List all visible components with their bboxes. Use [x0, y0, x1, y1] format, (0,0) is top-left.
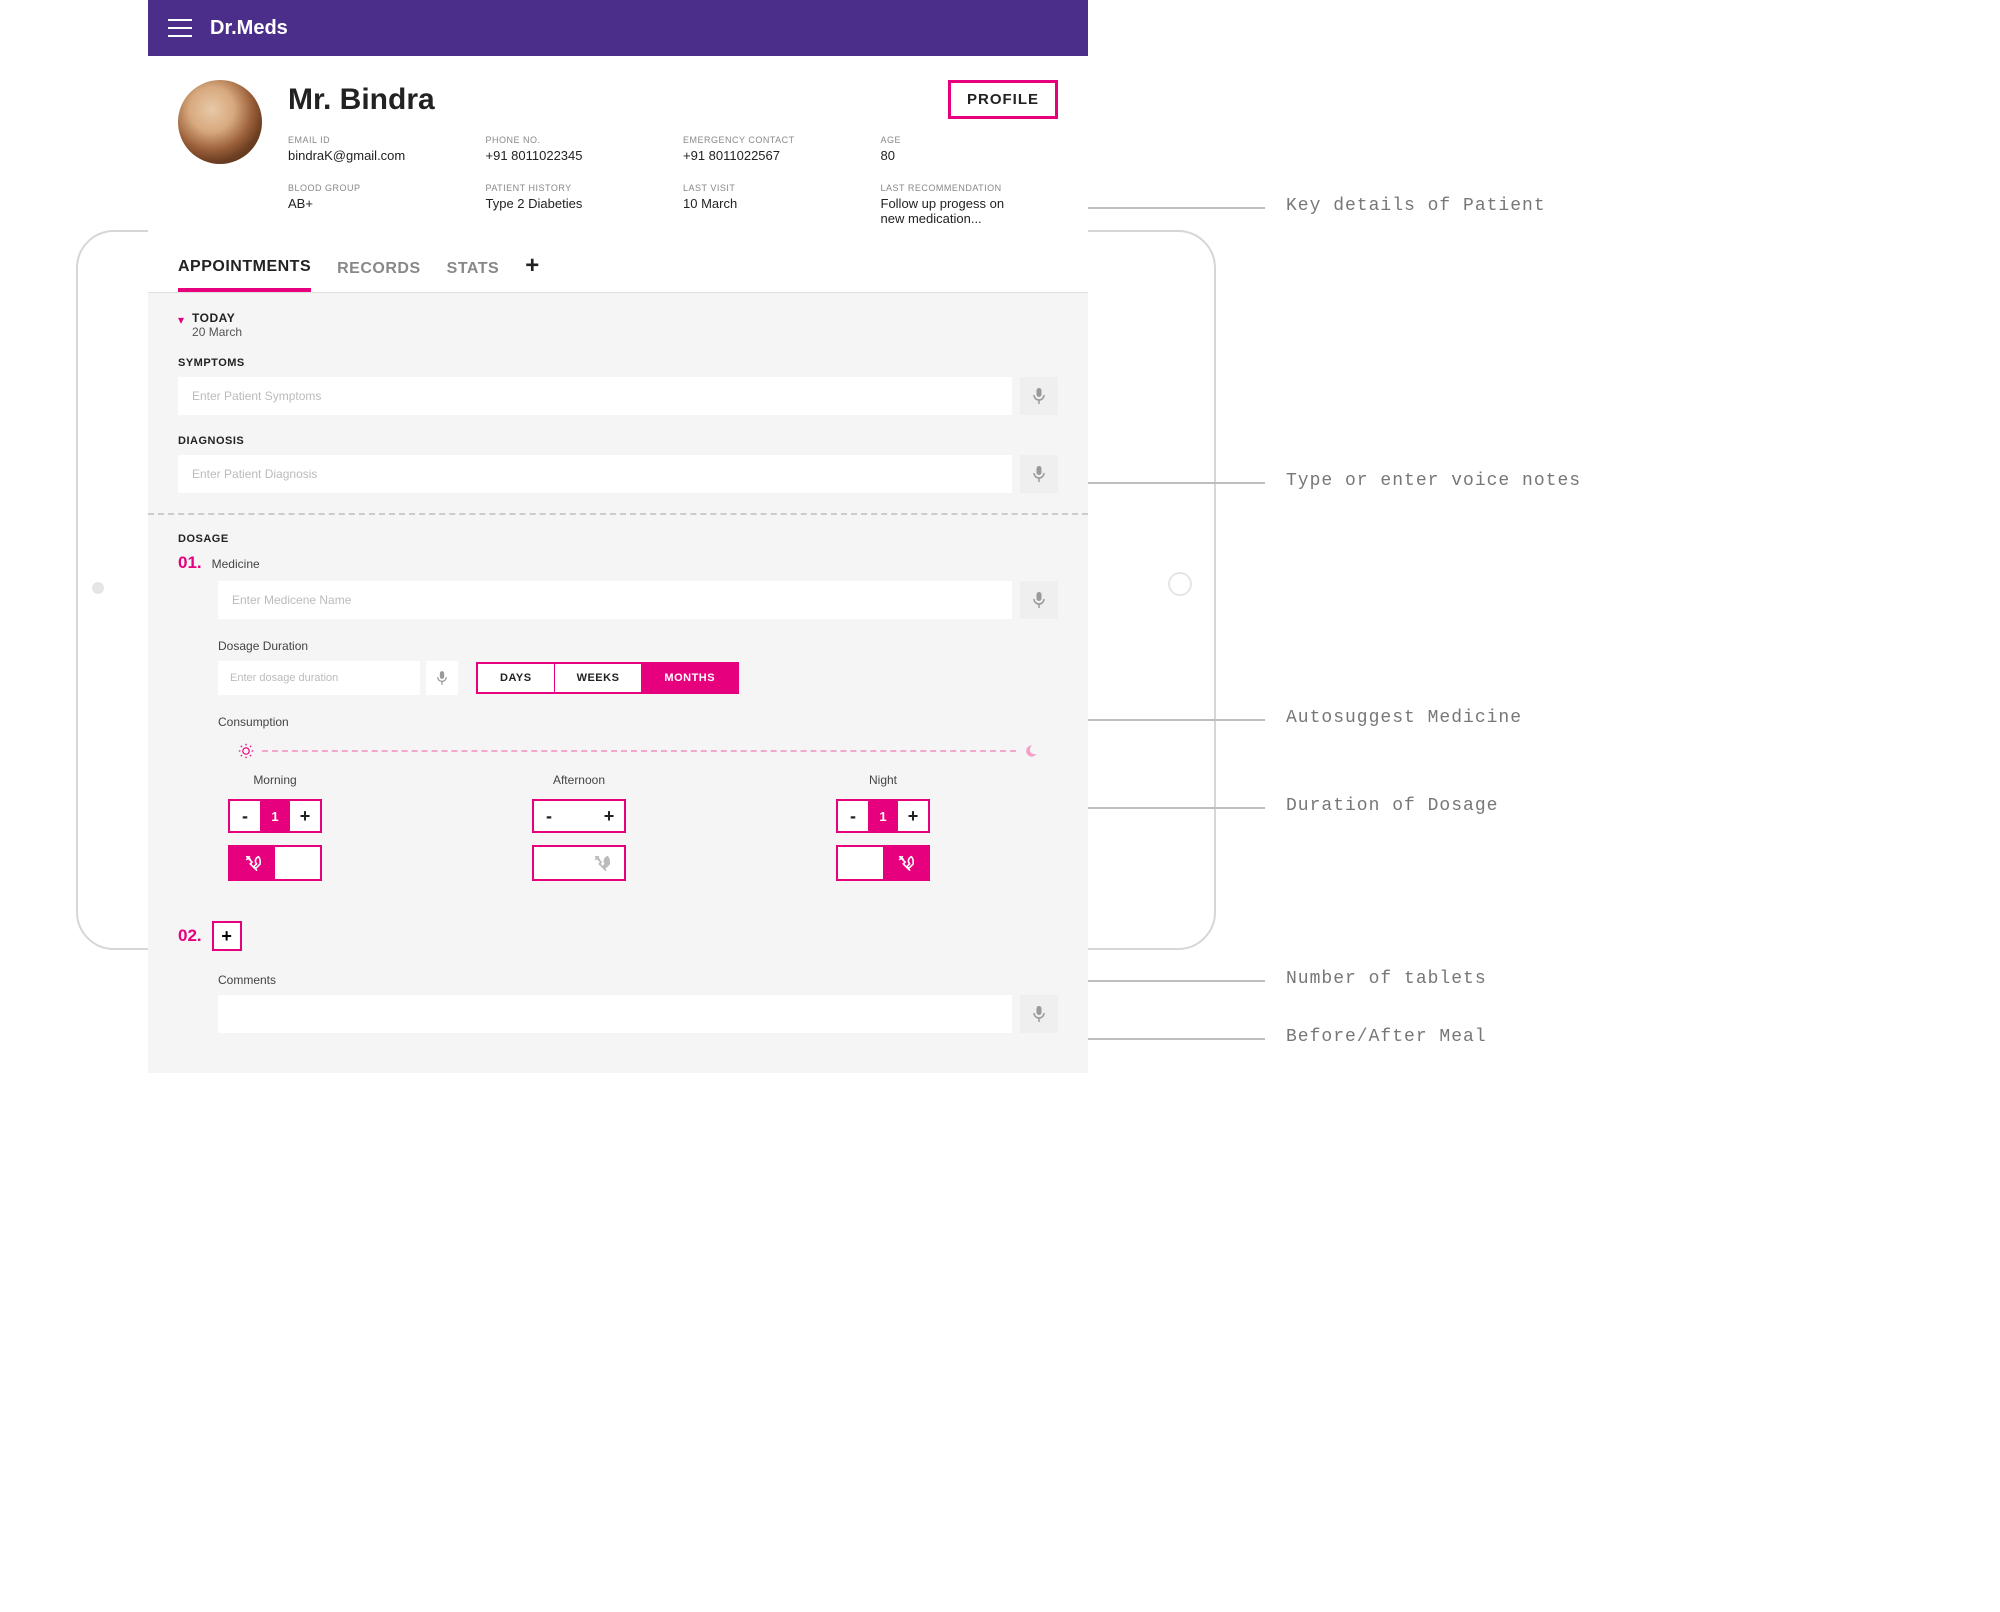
- detail-history: PATIENT HISTORYType 2 Diabeties: [486, 183, 664, 226]
- annotation-duration: Duration of Dosage: [1286, 796, 1498, 816]
- morning-stepper: - 1 +: [228, 799, 322, 833]
- night-decrement-button[interactable]: -: [838, 801, 868, 831]
- hamburger-menu-icon[interactable]: [168, 19, 192, 37]
- utensils-icon: [897, 854, 915, 872]
- consumption-night: Night - 1 +: [836, 773, 930, 881]
- medicine-label: Medicine: [212, 557, 260, 571]
- annotation-autosuggest: Autosuggest Medicine: [1286, 708, 1522, 728]
- device-camera-icon: [92, 582, 104, 594]
- consumption-timeline: [218, 743, 1058, 773]
- annotation-tablets: Number of tablets: [1286, 969, 1487, 989]
- utensils-icon: [244, 854, 262, 872]
- today-label: TODAY: [192, 311, 242, 325]
- diagnosis-input[interactable]: [178, 455, 1012, 493]
- symptoms-label: SYMPTOMS: [178, 357, 1058, 369]
- duration-months-button[interactable]: MONTHS: [642, 664, 737, 692]
- comments-label: Comments: [218, 973, 1058, 987]
- device-home-button: [1168, 572, 1192, 596]
- night-count: 1: [868, 801, 898, 831]
- today-row[interactable]: ▾ TODAY 20 March: [178, 311, 1058, 339]
- symptoms-input[interactable]: [178, 377, 1012, 415]
- detail-emergency: EMERGENCY CONTACT+91 8011022567: [683, 135, 861, 163]
- comments-input[interactable]: [218, 995, 1012, 1033]
- detail-last-visit: LAST VISIT10 March: [683, 183, 861, 226]
- night-before-meal[interactable]: [838, 847, 883, 879]
- dosage-number: 01.: [178, 553, 202, 573]
- microphone-icon: [1032, 591, 1046, 609]
- duration-mic-button[interactable]: [426, 661, 458, 695]
- tab-add-button[interactable]: +: [525, 252, 539, 284]
- duration-days-button[interactable]: DAYS: [478, 664, 555, 692]
- utensils-icon: [593, 854, 611, 872]
- afternoon-stepper: - +: [532, 799, 626, 833]
- consumption-morning: Morning - 1 +: [228, 773, 322, 881]
- diagnosis-mic-button[interactable]: [1020, 455, 1058, 493]
- morning-count: 1: [260, 801, 290, 831]
- patient-avatar[interactable]: [178, 80, 262, 164]
- app-title: Dr.Meds: [210, 17, 288, 40]
- afternoon-after-meal[interactable]: [579, 847, 624, 879]
- night-stepper: - 1 +: [836, 799, 930, 833]
- today-date: 20 March: [192, 325, 242, 339]
- detail-age: AGE80: [881, 135, 1059, 163]
- morning-before-meal[interactable]: [230, 847, 275, 879]
- dosage-label: DOSAGE: [178, 533, 1058, 545]
- tabs: APPOINTMENTS RECORDS STATS +: [148, 244, 1088, 293]
- medicine-mic-button[interactable]: [1020, 581, 1058, 619]
- consumption-columns: Morning - 1 +: [218, 773, 1058, 881]
- duration-segmented-control: DAYS WEEKS MONTHS: [476, 662, 739, 694]
- topbar: Dr.Meds: [148, 0, 1088, 56]
- consumption-afternoon: Afternoon - +: [532, 773, 626, 881]
- annotation-voice-notes: Type or enter voice notes: [1286, 471, 1581, 491]
- patient-name: Mr. Bindra: [288, 83, 435, 117]
- duration-weeks-button[interactable]: WEEKS: [555, 664, 643, 692]
- profile-button[interactable]: PROFILE: [948, 80, 1058, 119]
- medicine-input[interactable]: [218, 581, 1012, 619]
- microphone-icon: [1032, 465, 1046, 483]
- annotation-line: [1079, 207, 1265, 209]
- tab-stats[interactable]: STATS: [447, 246, 500, 290]
- afternoon-meal-toggle[interactable]: [532, 845, 626, 881]
- diagnosis-label: DIAGNOSIS: [178, 435, 1058, 447]
- microphone-icon: [1032, 1005, 1046, 1023]
- content-area: ▾ TODAY 20 March SYMPTOMS DIAGNOSIS DOSA…: [148, 293, 1088, 1073]
- morning-increment-button[interactable]: +: [290, 801, 320, 831]
- symptoms-mic-button[interactable]: [1020, 377, 1058, 415]
- detail-blood: BLOOD GROUPAB+: [288, 183, 466, 226]
- consumption-label: Consumption: [218, 715, 1058, 729]
- tab-records[interactable]: RECORDS: [337, 246, 421, 290]
- afternoon-before-meal[interactable]: [534, 847, 579, 879]
- section-divider: [148, 513, 1088, 515]
- night-meal-toggle[interactable]: [836, 845, 930, 881]
- app-window: Dr.Meds Mr. Bindra PROFILE EMAIL IDbindr…: [148, 0, 1088, 1073]
- patient-detail-grid: EMAIL IDbindraK@gmail.com PHONE NO.+91 8…: [288, 135, 1058, 226]
- afternoon-count: [564, 801, 594, 831]
- add-medicine-button[interactable]: +: [212, 921, 242, 951]
- afternoon-increment-button[interactable]: +: [594, 801, 624, 831]
- comments-mic-button[interactable]: [1020, 995, 1058, 1033]
- night-increment-button[interactable]: +: [898, 801, 928, 831]
- annotation-meal: Before/After Meal: [1286, 1027, 1487, 1047]
- tab-appointments[interactable]: APPOINTMENTS: [178, 244, 311, 292]
- chevron-down-icon: ▾: [178, 313, 184, 327]
- microphone-icon: [1032, 387, 1046, 405]
- duration-label: Dosage Duration: [218, 639, 1058, 653]
- dosage-item-1: 01. Medicine Dosage Duration: [178, 553, 1058, 881]
- moon-icon: [1024, 744, 1038, 758]
- detail-email: EMAIL IDbindraK@gmail.com: [288, 135, 466, 163]
- morning-meal-toggle[interactable]: [228, 845, 322, 881]
- morning-decrement-button[interactable]: -: [230, 801, 260, 831]
- afternoon-decrement-button[interactable]: -: [534, 801, 564, 831]
- duration-input[interactable]: [218, 661, 420, 695]
- patient-header: Mr. Bindra PROFILE EMAIL IDbindraK@gmail…: [148, 56, 1088, 244]
- detail-phone: PHONE NO.+91 8011022345: [486, 135, 664, 163]
- night-after-meal[interactable]: [883, 847, 928, 879]
- sun-icon: [238, 743, 254, 759]
- annotation-patient-details: Key details of Patient: [1286, 196, 1546, 216]
- morning-after-meal[interactable]: [275, 847, 320, 879]
- dosage-number-2: 02.: [178, 926, 202, 946]
- add-medicine-row: 02. +: [178, 921, 1058, 951]
- detail-last-recommendation: LAST RECOMMENDATIONFollow up progess on …: [881, 183, 1059, 226]
- microphone-icon: [436, 670, 448, 686]
